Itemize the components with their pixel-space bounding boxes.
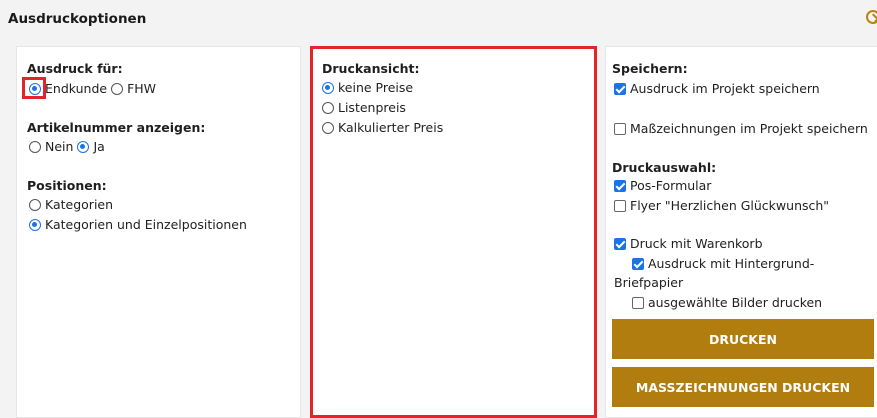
ausdruck-fuer-group: Endkunde FHW: [29, 81, 156, 96]
checkbox-bilder-label[interactable]: ausgewählte Bilder drucken: [648, 295, 822, 310]
speichern-option-ausdruck[interactable]: Ausdruck im Projekt speichern: [614, 81, 820, 96]
speichern-label: Speichern:: [612, 61, 688, 76]
checkbox-ausdruck-speichern[interactable]: [614, 82, 626, 95]
checkbox-flyer[interactable]: [614, 199, 626, 212]
checkbox-warenkorb[interactable]: [614, 237, 626, 250]
panel-print-for: [16, 46, 301, 418]
print-button[interactable]: DRUCKEN: [612, 319, 874, 359]
radio-ja-label[interactable]: Ja: [93, 139, 104, 154]
artikelnummer-label: Artikelnummer anzeigen:: [27, 120, 206, 135]
radio-fhw-label[interactable]: FHW: [127, 81, 156, 96]
radio-einzelpositionen-label[interactable]: Kategorien und Einzelpositionen: [45, 217, 247, 232]
radio-kategorien[interactable]: [29, 198, 41, 211]
artikelnummer-group: Nein Ja: [29, 139, 105, 154]
druckansicht-option-keine-preise[interactable]: keine Preise: [322, 80, 413, 95]
positionen-label: Positionen:: [27, 178, 107, 193]
check-circle-icon[interactable]: [866, 10, 877, 24]
positionen-option-einzelpositionen[interactable]: Kategorien und Einzelpositionen: [29, 217, 247, 232]
radio-keine-preise[interactable]: [322, 81, 334, 94]
checkbox-hintergrund[interactable]: [632, 257, 644, 270]
radio-listenpreis-label[interactable]: Listenpreis: [338, 100, 406, 115]
positionen-option-kategorien[interactable]: Kategorien: [29, 197, 113, 212]
druckauswahl-option-bilder[interactable]: ausgewählte Bilder drucken: [632, 295, 822, 310]
page-title: Ausdruckoptionen: [8, 11, 147, 27]
druckauswahl-option-pos-formular[interactable]: Pos-Formular: [614, 178, 711, 193]
radio-kategorien-label[interactable]: Kategorien: [45, 197, 113, 212]
druckauswahl-label: Druckauswahl:: [612, 160, 717, 175]
druckansicht-option-kalkulierter-preis[interactable]: Kalkulierter Preis: [322, 120, 443, 135]
radio-kalkulierter-preis-label[interactable]: Kalkulierter Preis: [338, 120, 443, 135]
checkbox-masszeichnungen-speichern[interactable]: [614, 122, 626, 135]
ausdruck-fuer-label: Ausdruck für:: [27, 61, 123, 76]
druckauswahl-option-flyer[interactable]: Flyer "Herzlichen Glückwunsch": [614, 198, 829, 213]
radio-ja[interactable]: [77, 140, 90, 153]
radio-endkunde-label[interactable]: Endkunde: [45, 81, 107, 96]
druckansicht-option-listenpreis[interactable]: Listenpreis: [322, 100, 406, 115]
checkbox-pos-formular[interactable]: [614, 179, 626, 192]
radio-listenpreis[interactable]: [322, 101, 334, 114]
print-dimensions-button[interactable]: MASSZEICHNUNGEN DRUCKEN: [612, 367, 874, 407]
checkbox-masszeichnungen-speichern-label[interactable]: Maßzeichnungen im Projekt speichern: [630, 121, 868, 136]
checkbox-warenkorb-label[interactable]: Druck mit Warenkorb: [630, 236, 763, 251]
checkbox-ausdruck-speichern-label[interactable]: Ausdruck im Projekt speichern: [630, 81, 820, 96]
druckansicht-label: Druckansicht:: [322, 61, 420, 76]
checkbox-flyer-label[interactable]: Flyer "Herzlichen Glückwunsch": [630, 198, 829, 213]
radio-einzelpositionen[interactable]: [29, 218, 41, 231]
druckauswahl-option-hintergrund[interactable]: Ausdruck mit Hintergrund-: [632, 256, 814, 271]
highlight-box: [22, 77, 46, 99]
panel-save-and-selection: [605, 46, 877, 418]
checkbox-hintergrund-label[interactable]: Ausdruck mit Hintergrund-: [648, 256, 814, 271]
radio-nein-label[interactable]: Nein: [45, 139, 73, 154]
checkbox-pos-formular-label[interactable]: Pos-Formular: [630, 178, 711, 193]
checkbox-bilder[interactable]: [632, 296, 644, 309]
speichern-option-masszeichnungen[interactable]: Maßzeichnungen im Projekt speichern: [614, 121, 868, 136]
radio-nein[interactable]: [29, 140, 41, 153]
checkbox-hintergrund-label-continued[interactable]: Briefpapier: [614, 275, 683, 290]
druckauswahl-option-warenkorb[interactable]: Druck mit Warenkorb: [614, 236, 763, 251]
radio-kalkulierter-preis[interactable]: [322, 121, 334, 134]
radio-fhw[interactable]: [111, 82, 124, 95]
radio-keine-preise-label[interactable]: keine Preise: [338, 80, 413, 95]
